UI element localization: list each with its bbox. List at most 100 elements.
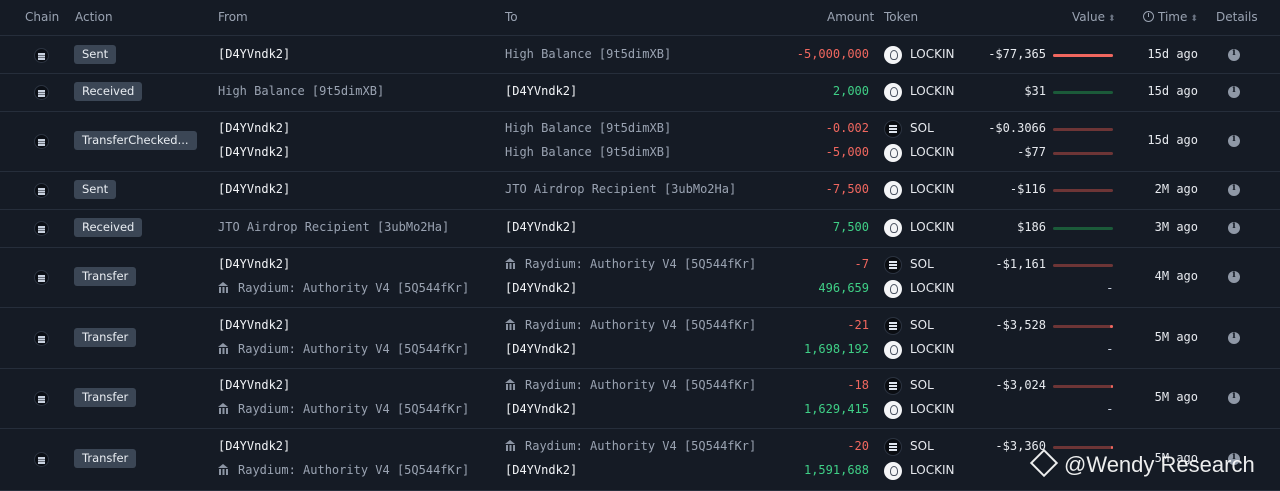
to-address-link[interactable]: High Balance [9t5dimXB] bbox=[505, 47, 671, 61]
action-badge: Transfer bbox=[74, 328, 137, 347]
from-address-link[interactable]: [D4YVndk2] bbox=[218, 47, 290, 61]
info-icon[interactable] bbox=[1228, 134, 1240, 147]
table-row[interactable]: Transfer [D4YVndk2] Raydium: Authority V4 … bbox=[0, 368, 1280, 429]
info-icon[interactable] bbox=[1228, 221, 1240, 234]
token-link[interactable]: LOCKIN bbox=[910, 182, 954, 196]
from-address-link[interactable]: Raydium: Authority V4 [5Q544fKr] bbox=[218, 281, 469, 295]
token-link[interactable]: LOCKIN bbox=[910, 84, 954, 98]
to-address-link[interactable]: [D4YVndk2] bbox=[505, 220, 577, 234]
solana-chain-icon bbox=[34, 331, 49, 346]
token-link[interactable]: SOL bbox=[910, 121, 934, 135]
token-link[interactable]: SOL bbox=[910, 257, 934, 271]
lockin-token-icon bbox=[884, 144, 902, 162]
table-header: Chain Action From To Amount Token Value ⬍… bbox=[0, 0, 1280, 36]
col-from: From bbox=[218, 10, 248, 24]
table-row[interactable]: Received High Balance [9t5dimXB] [D4YVndk2… bbox=[0, 73, 1280, 112]
watermark: @Wendy Research bbox=[1029, 448, 1255, 478]
table-row[interactable]: TransferChecked... [D4YVndk2] High Balance… bbox=[0, 111, 1280, 172]
from-address-link[interactable]: [D4YVndk2] bbox=[218, 257, 290, 271]
usd-value: -$1,161 bbox=[995, 257, 1046, 271]
to-address-link[interactable]: [D4YVndk2] bbox=[505, 402, 577, 416]
from-address-text: [D4YVndk2] bbox=[218, 47, 291, 61]
from-address-link[interactable]: Raydium: Authority V4 [5Q544fKr] bbox=[218, 463, 469, 477]
token-link[interactable]: SOL bbox=[910, 318, 934, 332]
col-action: Action bbox=[75, 10, 113, 24]
value-bar bbox=[1053, 189, 1113, 192]
token-link[interactable]: LOCKIN bbox=[910, 463, 954, 477]
token-link[interactable]: LOCKIN bbox=[910, 220, 954, 234]
to-address-link[interactable]: [D4YVndk2] bbox=[505, 463, 577, 477]
token-link[interactable]: LOCKIN bbox=[910, 281, 954, 295]
to-address-link[interactable]: Raydium: Authority V4 [5Q544fKr] bbox=[505, 318, 756, 332]
sol-token-icon bbox=[884, 317, 902, 335]
to-address-link[interactable]: High Balance [9t5dimXB] bbox=[505, 145, 671, 159]
usd-value: -$0.3066 bbox=[988, 121, 1046, 135]
to-address-link[interactable]: Raydium: Authority V4 [5Q544fKr] bbox=[505, 257, 756, 271]
from-address-link[interactable]: JTO Airdrop Recipient [3ubMo2Ha] bbox=[218, 220, 449, 234]
from-address-link[interactable]: [D4YVndk2] bbox=[218, 145, 290, 159]
value-bar bbox=[1053, 385, 1113, 388]
value-bar bbox=[1053, 446, 1113, 449]
token-link[interactable]: LOCKIN bbox=[910, 145, 954, 159]
to-address-text: Raydium: Authority V4 [5Q544fKr] bbox=[525, 318, 757, 332]
lockin-token-icon bbox=[884, 181, 902, 199]
col-time-sort[interactable]: Time ⬍ bbox=[1143, 10, 1198, 24]
table-row[interactable]: Transfer [D4YVndk2] Raydium: Authority V4 … bbox=[0, 247, 1280, 308]
solana-chain-icon bbox=[34, 134, 49, 149]
to-address-link[interactable]: [D4YVndk2] bbox=[505, 84, 577, 98]
to-address-link[interactable]: [D4YVndk2] bbox=[505, 342, 577, 356]
to-address-link[interactable]: Raydium: Authority V4 [5Q544fKr] bbox=[505, 439, 756, 453]
info-icon[interactable] bbox=[1228, 270, 1240, 283]
token-link[interactable]: LOCKIN bbox=[910, 402, 954, 416]
to-address-link[interactable]: Raydium: Authority V4 [5Q544fKr] bbox=[505, 378, 756, 392]
action-badge: Transfer bbox=[74, 449, 137, 468]
usd-value: -$3,360 bbox=[995, 439, 1046, 453]
to-address-link[interactable]: JTO Airdrop Recipient [3ubMo2Ha] bbox=[505, 182, 736, 196]
from-address-link[interactable]: [D4YVndk2] bbox=[218, 318, 290, 332]
token-link[interactable]: SOL bbox=[910, 439, 934, 453]
from-address-link[interactable]: [D4YVndk2] bbox=[218, 121, 290, 135]
solana-chain-icon bbox=[34, 183, 49, 198]
from-address-text: [D4YVndk2] bbox=[218, 257, 291, 271]
info-icon[interactable] bbox=[1228, 48, 1240, 61]
info-icon[interactable] bbox=[1228, 183, 1240, 196]
watermark-text: @Wendy Research bbox=[1064, 452, 1255, 477]
from-address-text: [D4YVndk2] bbox=[218, 318, 291, 332]
from-address-text: Raydium: Authority V4 [5Q544fKr] bbox=[238, 402, 470, 416]
to-address-text: JTO Airdrop Recipient [3ubMo2Ha] bbox=[505, 182, 737, 196]
to-address-text: [D4YVndk2] bbox=[505, 281, 578, 295]
from-address-link[interactable]: Raydium: Authority V4 [5Q544fKr] bbox=[218, 342, 469, 356]
from-address-link[interactable]: Raydium: Authority V4 [5Q544fKr] bbox=[218, 402, 469, 416]
info-icon[interactable] bbox=[1228, 85, 1240, 98]
from-address-link[interactable]: [D4YVndk2] bbox=[218, 182, 290, 196]
token-link[interactable]: LOCKIN bbox=[910, 47, 954, 61]
col-value-sort[interactable]: Value ⬍ bbox=[1072, 10, 1116, 24]
to-address-link[interactable]: [D4YVndk2] bbox=[505, 281, 577, 295]
token-link[interactable]: LOCKIN bbox=[910, 342, 954, 356]
from-address-link[interactable]: [D4YVndk2] bbox=[218, 378, 290, 392]
table-row[interactable]: Sent [D4YVndk2] JTO Airdrop Recipient [3ub… bbox=[0, 171, 1280, 210]
table-row[interactable]: Transfer [D4YVndk2] Raydium: Authority V4 … bbox=[0, 307, 1280, 369]
lockin-token-icon bbox=[884, 46, 902, 64]
solana-chain-icon bbox=[34, 85, 49, 100]
to-address-link[interactable]: High Balance [9t5dimXB] bbox=[505, 121, 671, 135]
amount-value: -0.002 bbox=[825, 121, 869, 135]
from-address-text: [D4YVndk2] bbox=[218, 182, 291, 196]
action-badge: Sent bbox=[74, 180, 117, 199]
from-address-link[interactable]: [D4YVndk2] bbox=[218, 439, 290, 453]
clock-icon bbox=[1143, 11, 1154, 22]
value-bar-fill bbox=[1053, 54, 1113, 57]
from-address-link[interactable]: High Balance [9t5dimXB] bbox=[218, 84, 384, 98]
table-row[interactable]: Received JTO Airdrop Recipient [3ubMo2Ha]… bbox=[0, 209, 1280, 248]
col-amount: Amount bbox=[827, 10, 875, 24]
token-link[interactable]: SOL bbox=[910, 378, 934, 392]
action-badge: Transfer bbox=[74, 388, 137, 407]
from-address-text: JTO Airdrop Recipient [3ubMo2Ha] bbox=[218, 220, 450, 234]
usd-value: -$77 bbox=[1017, 145, 1046, 159]
info-icon[interactable] bbox=[1228, 391, 1240, 404]
info-icon[interactable] bbox=[1228, 331, 1240, 344]
bank-icon bbox=[218, 343, 229, 354]
table-row[interactable]: Sent [D4YVndk2] High Balance [9t5dimXB] -5,… bbox=[0, 36, 1280, 74]
lockin-token-icon bbox=[884, 341, 902, 359]
amount-value: 496,659 bbox=[818, 281, 869, 295]
